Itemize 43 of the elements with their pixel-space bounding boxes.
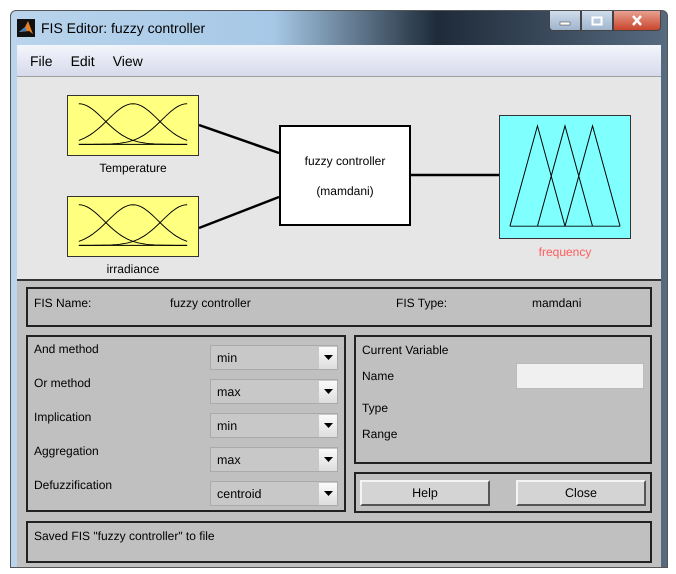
fis-name-value: fuzzy controller — [170, 296, 252, 312]
dialog-button[interactable]: Help — [360, 480, 490, 506]
caret-icon — [324, 355, 332, 360]
caret-icon — [324, 389, 332, 394]
close-button[interactable] — [613, 11, 661, 31]
variable-field-label: Name — [362, 369, 396, 385]
current-variable-title: Current Variable — [362, 343, 450, 357]
name-input-field[interactable] — [516, 363, 644, 389]
system-type: (mamdani) — [316, 184, 374, 198]
method-dropdown[interactable]: max — [210, 447, 338, 472]
window-title: FIS Editor: fuzzy controller — [41, 20, 206, 36]
method-label: Or method — [34, 376, 91, 390]
method-dropdown[interactable]: min — [210, 345, 338, 370]
input-variable-label: Temperature — [98, 161, 168, 176]
dialog-button[interactable]: Close — [516, 480, 646, 506]
status-message: Saved FIS "fuzzy controller" to file — [34, 529, 215, 543]
minimize-button[interactable] — [549, 11, 581, 31]
method-dropdown[interactable]: min — [210, 413, 338, 438]
method-label: Defuzzification — [34, 478, 112, 492]
method-label: Aggregation — [34, 444, 99, 458]
method-dropdown[interactable]: centroid — [210, 481, 338, 506]
method-label: And method — [34, 342, 99, 356]
fis-type-value: mamdani — [532, 296, 582, 312]
variable-field-label: Range — [362, 427, 398, 441]
output-variable-label: frequency — [538, 245, 592, 260]
app-logo-icon — [17, 19, 35, 37]
menu-item[interactable]: File — [21, 52, 62, 69]
caret-icon — [324, 423, 332, 428]
maximize-button[interactable] — [581, 11, 613, 31]
menu-item[interactable]: View — [104, 52, 152, 69]
fis-type-label: FIS Type: — [396, 296, 448, 312]
maximize-icon — [591, 16, 603, 26]
menu-item[interactable]: Edit — [62, 52, 104, 69]
variable-field-label: Type — [362, 401, 390, 415]
fis-name-label: FIS Name: — [34, 296, 92, 312]
system-name: fuzzy controller — [304, 154, 386, 168]
caret-icon — [324, 457, 332, 462]
close-icon — [631, 15, 643, 26]
caret-icon — [324, 491, 332, 496]
method-dropdown[interactable]: max — [210, 379, 338, 404]
method-label: Implication — [34, 410, 92, 424]
system-node[interactable]: fuzzy controller (mamdani) — [279, 125, 411, 226]
input-variable-label: irradiance — [106, 262, 160, 276]
